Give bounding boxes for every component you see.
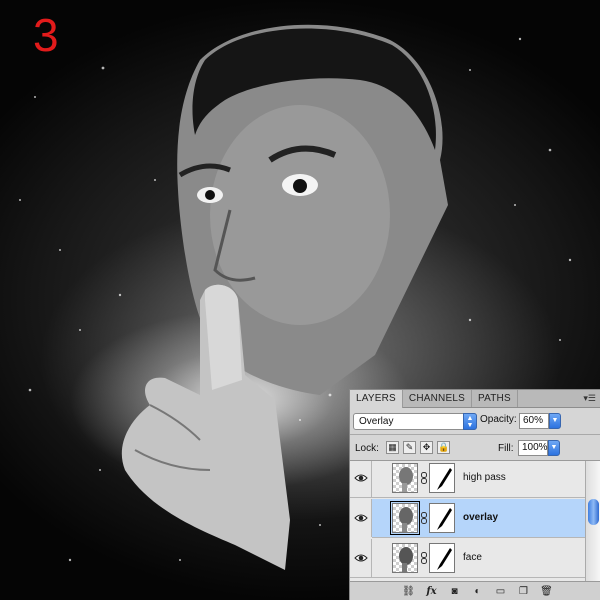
opacity-field[interactable]: 60%	[519, 413, 549, 429]
lock-label: Lock:	[355, 443, 379, 454]
layer-thumbnail[interactable]	[392, 543, 418, 573]
panel-bottom-bar: ⛓ fx ◙ ◐ ▭ ❐ 🗑	[350, 581, 600, 600]
layer-row-high-pass[interactable]: high pass	[350, 461, 586, 498]
visibility-cell	[350, 461, 372, 497]
fill-field[interactable]: 100%	[518, 440, 548, 456]
layer-thumbnail[interactable]	[392, 463, 418, 493]
layer-mask-thumbnail[interactable]	[429, 543, 455, 573]
visibility-cell	[350, 539, 372, 577]
add-mask-icon[interactable]: ◙	[446, 584, 463, 599]
lock-row: Lock: ▦ ✎ ✥ 🔒 Fill: 100% ▼	[350, 435, 600, 460]
eye-icon[interactable]	[354, 473, 368, 483]
fill-dropdown-icon[interactable]: ▼	[548, 440, 560, 456]
lock-image-icon[interactable]: ✎	[403, 441, 416, 454]
eye-icon[interactable]	[354, 513, 368, 523]
tab-paths[interactable]: PATHS	[472, 390, 518, 407]
visibility-cell	[350, 499, 372, 537]
blend-mode-value: Overlay	[359, 415, 394, 427]
adjustment-layer-icon[interactable]: ◐	[469, 584, 486, 599]
panel-tabbar: LAYERS CHANNELS PATHS ▾☰	[350, 390, 600, 408]
new-group-icon[interactable]: ▭	[492, 584, 509, 599]
layer-name: face	[463, 552, 482, 563]
blend-mode-select[interactable]: Overlay ▲ ▼	[353, 412, 477, 430]
layer-mask-thumbnail[interactable]	[429, 463, 455, 493]
eye-icon[interactable]	[354, 553, 368, 563]
tab-layers[interactable]: LAYERS	[350, 390, 403, 408]
trash-icon[interactable]: 🗑	[538, 584, 555, 599]
opacity-label: Opacity:	[480, 414, 517, 425]
step-number: 3	[33, 9, 59, 61]
lock-transparent-icon[interactable]: ▦	[386, 441, 399, 454]
blend-row: Overlay ▲ ▼ Opacity: 60% ▼	[350, 408, 600, 434]
lock-position-icon[interactable]: ✥	[420, 441, 433, 454]
lock-icons: ▦ ✎ ✥ 🔒	[386, 441, 450, 454]
layer-name: high pass	[463, 472, 506, 483]
layer-thumbnail[interactable]	[390, 501, 420, 535]
layers-list: high pass overlay face	[350, 460, 600, 581]
panel-menu-icon[interactable]: ▾☰	[583, 393, 596, 404]
link-icon[interactable]	[421, 472, 427, 484]
lock-all-icon[interactable]: 🔒	[437, 441, 450, 454]
new-layer-icon[interactable]: ❐	[515, 584, 532, 599]
layer-name: overlay	[463, 512, 499, 523]
select-arrows-icon: ▲ ▼	[463, 412, 477, 430]
fill-label: Fill:	[498, 443, 514, 454]
layers-panel: LAYERS CHANNELS PATHS ▾☰ Overlay ▲ ▼ Opac…	[349, 389, 600, 600]
tab-channels[interactable]: CHANNELS	[403, 390, 472, 407]
link-icon[interactable]	[421, 512, 427, 524]
link-icon[interactable]	[421, 552, 427, 564]
layer-row-face[interactable]: face	[350, 539, 586, 578]
layers-scrollbar[interactable]	[585, 461, 600, 581]
scroll-thumb[interactable]	[588, 499, 599, 525]
layer-mask-thumbnail[interactable]	[429, 503, 455, 533]
layer-row-overlay[interactable]: overlay	[372, 499, 586, 538]
opacity-dropdown-icon[interactable]: ▼	[549, 413, 561, 429]
fx-icon[interactable]: fx	[423, 584, 440, 599]
link-layers-icon[interactable]: ⛓	[400, 584, 417, 599]
